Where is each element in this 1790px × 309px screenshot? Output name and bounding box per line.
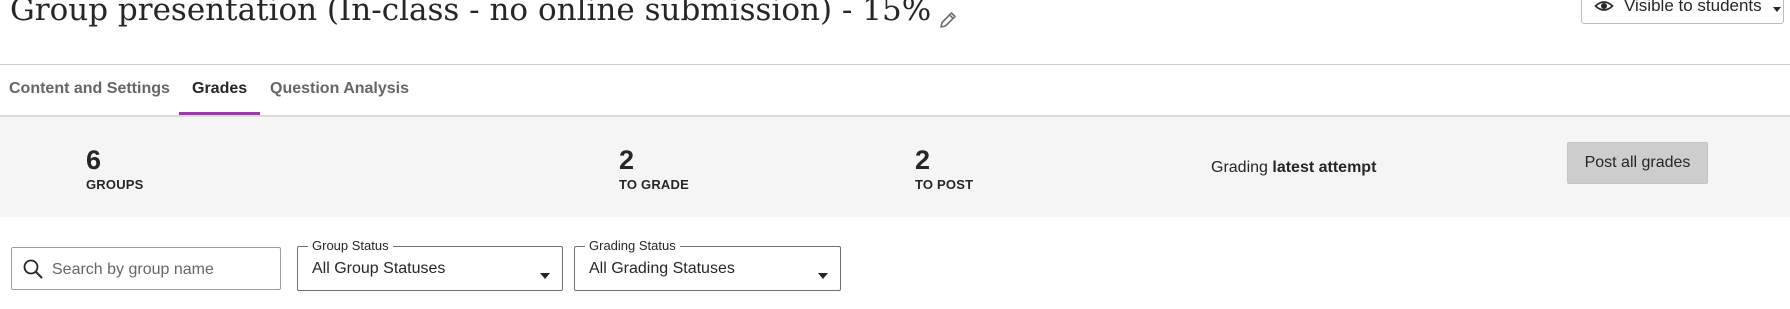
grading-mode: latest attempt: [1272, 159, 1377, 176]
grading-status-value: All Grading Statuses: [589, 260, 735, 277]
tab-question-analysis[interactable]: Question Analysis: [257, 65, 422, 115]
group-status-label: Group Status: [308, 238, 393, 254]
stat-to-grade-label: TO GRADE: [619, 177, 689, 192]
stat-to-post: 2 TO POST: [915, 145, 973, 192]
tab-bar: Content and Settings Grades Question Ana…: [0, 65, 1790, 115]
search-field: [11, 247, 281, 291]
tab-content-and-settings[interactable]: Content and Settings: [0, 65, 183, 115]
search-input[interactable]: [50, 248, 279, 291]
grading-summary-bar: 6 GROUPS 2 TO GRADE 2 TO POST Grading la…: [0, 117, 1790, 217]
grading-status-label: Grading Status: [585, 238, 680, 254]
stat-groups: 6 GROUPS: [86, 145, 144, 192]
grading-mode-text: Grading latest attempt: [1211, 159, 1376, 177]
stat-to-grade-value: 2: [619, 145, 635, 175]
stat-to-post-label: TO POST: [915, 177, 974, 192]
search-icon: [22, 258, 44, 280]
stat-to-grade: 2 TO GRADE: [619, 145, 689, 192]
visibility-label: Visible to students: [1624, 0, 1762, 15]
visibility-dropdown-button[interactable]: Visible to students: [1581, 0, 1784, 24]
eye-icon: [1594, 0, 1614, 16]
stat-to-post-value: 2: [915, 145, 931, 175]
grading-status-select[interactable]: Grading Status All Grading Statuses: [574, 238, 841, 291]
caret-down-icon: [1772, 1, 1782, 12]
group-status-value: All Group Statuses: [312, 260, 446, 277]
caret-down-icon: [818, 266, 828, 279]
post-all-grades-button[interactable]: Post all grades: [1567, 142, 1708, 184]
tab-grades[interactable]: Grades: [179, 65, 261, 115]
stat-groups-value: 6: [86, 145, 102, 175]
stat-groups-label: GROUPS: [86, 177, 144, 192]
caret-down-icon: [540, 266, 550, 279]
pencil-icon[interactable]: [937, 9, 959, 31]
group-status-select[interactable]: Group Status All Group Statuses: [297, 238, 563, 291]
page-title: Group presentation (In-class - no online…: [10, 0, 932, 28]
grading-prefix: Grading: [1211, 159, 1268, 176]
